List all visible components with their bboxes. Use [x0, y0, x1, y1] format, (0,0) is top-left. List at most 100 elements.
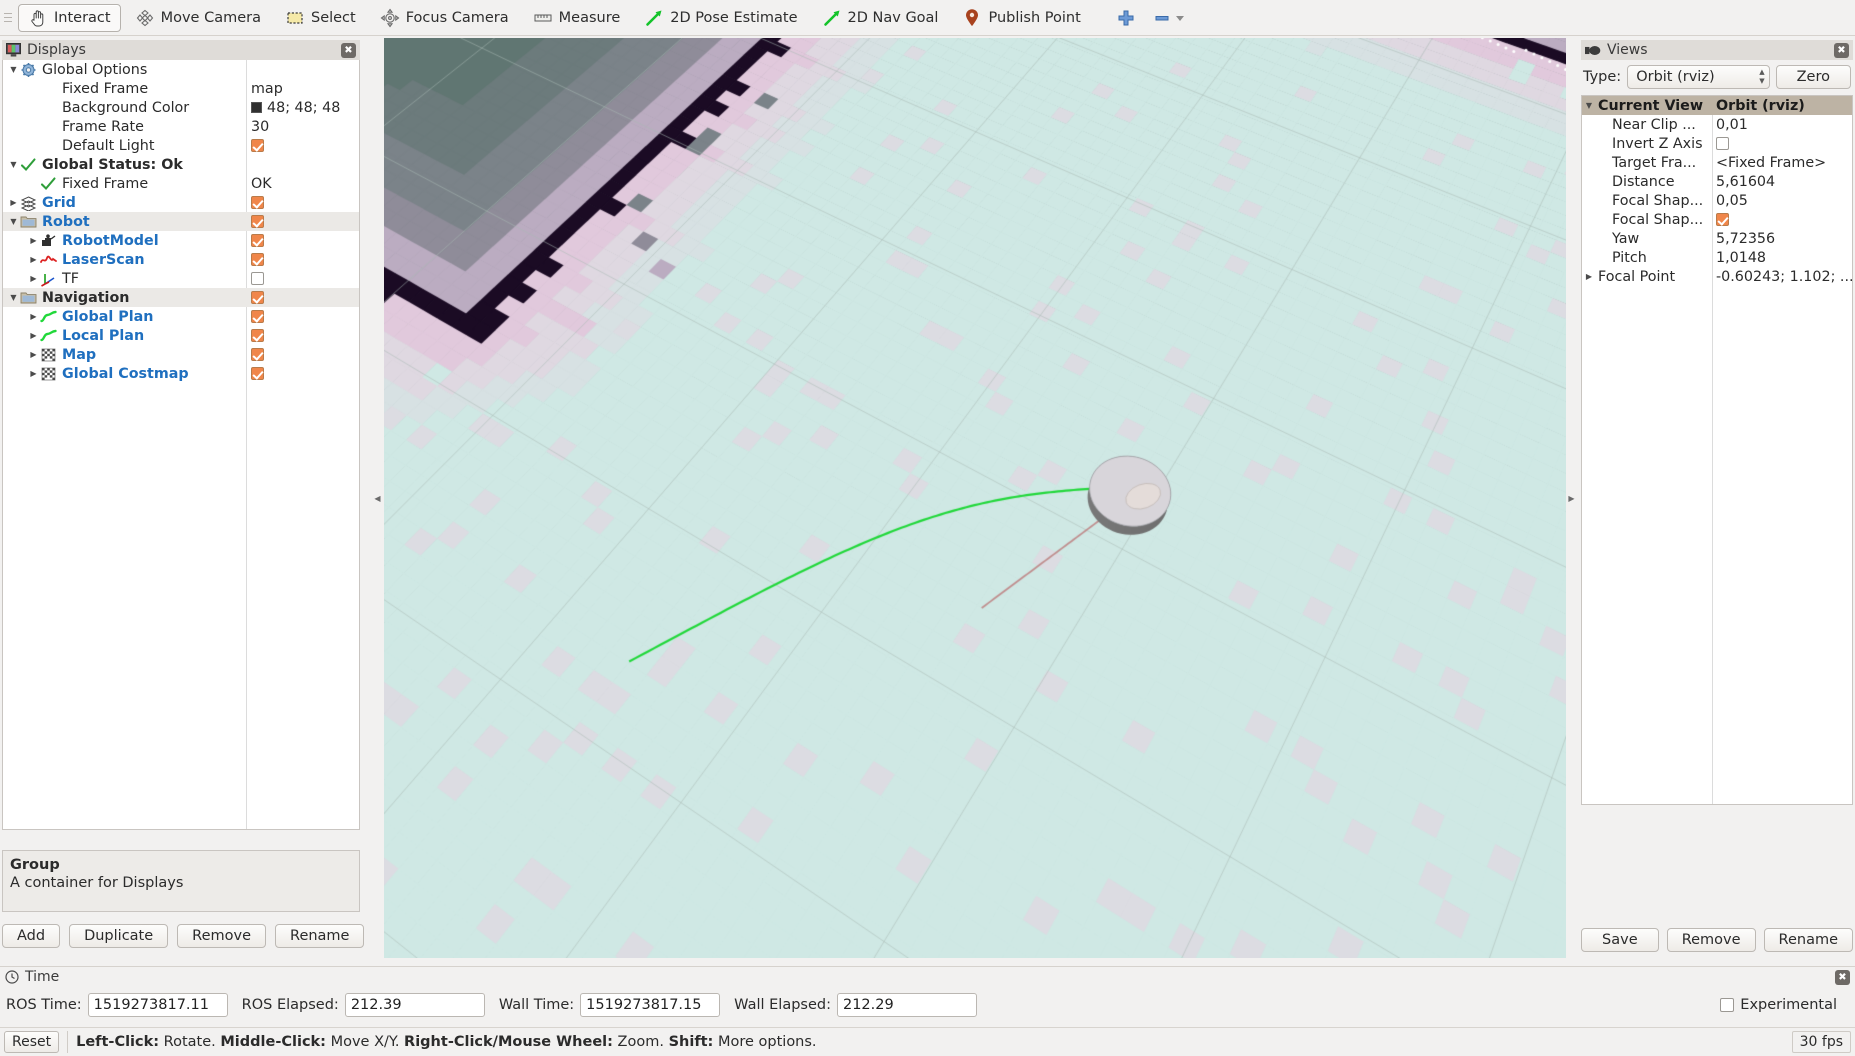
tool-button-2d-nav-goal[interactable]: 2D Nav Goal [812, 4, 949, 32]
time-field-input[interactable]: 212.39 [344, 993, 485, 1017]
visibility-checkbox[interactable] [251, 329, 264, 342]
visibility-checkbox[interactable] [251, 139, 264, 152]
right-panel-collapser[interactable]: ▶ [1567, 38, 1576, 958]
view-remove-button[interactable]: Remove [1666, 928, 1756, 952]
view-property-value-cell: 5,61604 [1716, 172, 1775, 191]
expand-arrow-icon[interactable]: ▶ [27, 326, 40, 345]
display-row-grid[interactable]: ▶ Grid [3, 193, 359, 212]
tool-button-2d-pose-estimate[interactable]: 2D Pose Estimate [634, 4, 807, 32]
time-field-input[interactable]: 212.29 [836, 993, 977, 1017]
view-property-focal-shap-[interactable]: Focal Shap... [1582, 210, 1852, 229]
displays-tree[interactable]: ▼ Global Options Fixed Frame map Backgro… [2, 60, 360, 830]
display-row-global-status-ok[interactable]: ▼ Global Status: Ok [3, 155, 359, 174]
time-fields-row: ROS Time: 1519273817.11 ROS Elapsed: 212.… [0, 987, 1855, 1023]
expand-arrow-icon[interactable]: ▶ [27, 345, 40, 364]
current-view-label: Current View [1598, 97, 1704, 114]
view-property-distance[interactable]: Distance 5,61604 [1582, 172, 1852, 191]
display-row-navigation[interactable]: ▼ Navigation [3, 288, 359, 307]
remove-button[interactable]: Remove [177, 924, 267, 948]
visibility-checkbox[interactable] [251, 272, 264, 285]
toolbar-drag-handle[interactable] [4, 8, 14, 28]
duplicate-button[interactable]: Duplicate [69, 924, 169, 948]
close-icon[interactable]: ✖ [1834, 42, 1849, 58]
3d-render-view[interactable] [384, 38, 1566, 958]
view-property-checkbox[interactable] [1716, 213, 1729, 226]
time-field-input[interactable]: 1519273817.11 [87, 993, 228, 1017]
display-row-fixed-frame[interactable]: Fixed Frame map [3, 79, 359, 98]
display-row-laserscan[interactable]: ▶ LaserScan [3, 250, 359, 269]
view-property-invert-z-axis[interactable]: Invert Z Axis [1582, 134, 1852, 153]
collapse-arrow-icon[interactable]: ▼ [7, 155, 20, 174]
time-field-ros-elapsed-: ROS Elapsed: 212.39 [242, 993, 485, 1017]
display-row-global-plan[interactable]: ▶ Global Plan [3, 307, 359, 326]
experimental-toggle[interactable]: Experimental [1720, 997, 1849, 1013]
spinner-arrows-icon[interactable]: ▲ ▼ [1759, 69, 1764, 85]
color-swatch[interactable] [251, 102, 262, 113]
display-row-background-color[interactable]: Background Color 48; 48; 48 [3, 98, 359, 117]
visibility-checkbox[interactable] [251, 291, 264, 304]
expand-arrow-icon[interactable]: ▶ [27, 307, 40, 326]
display-row-robot[interactable]: ▼ Robot [3, 212, 359, 231]
expand-arrow-icon[interactable]: ▶ [27, 250, 40, 269]
visibility-checkbox[interactable] [251, 253, 264, 266]
tool-button-focus-camera[interactable]: Focus Camera [370, 4, 519, 32]
view-type-combobox[interactable]: Orbit (rviz) ▲ ▼ [1627, 65, 1770, 89]
view-property-value: 1,0148 [1716, 249, 1767, 266]
expand-arrow-icon[interactable]: ▶ [1582, 272, 1596, 281]
display-row-default-light[interactable]: Default Light [3, 136, 359, 155]
view-property-near-clip-[interactable]: Near Clip ... 0,01 [1582, 115, 1852, 134]
visibility-checkbox[interactable] [251, 215, 264, 228]
close-icon[interactable]: ✖ [1835, 969, 1850, 985]
view-property-focal-point[interactable]: ▶ Focal Point -0.60243; 1.102; ... [1582, 267, 1852, 286]
collapse-arrow-icon[interactable]: ▼ [7, 288, 20, 307]
display-row-map[interactable]: ▶ Map [3, 345, 359, 364]
close-icon[interactable]: ✖ [341, 42, 356, 58]
display-row-robotmodel[interactable]: ▶ RobotModel [3, 231, 359, 250]
display-row-frame-rate[interactable]: Frame Rate 30 [3, 117, 359, 136]
display-row-global-options[interactable]: ▼ Global Options [3, 60, 359, 79]
display-row-global-costmap[interactable]: ▶ Global Costmap [3, 364, 359, 383]
costmap-scene-canvas[interactable] [384, 38, 1566, 958]
reset-button[interactable]: Reset [4, 1031, 60, 1053]
visibility-checkbox[interactable] [251, 310, 264, 323]
views-property-tree[interactable]: ▼ Current View Orbit (rviz) Near Clip ..… [1581, 95, 1853, 805]
view-property-pitch[interactable]: Pitch 1,0148 [1582, 248, 1852, 267]
experimental-checkbox[interactable] [1720, 998, 1735, 1012]
left-panel-collapser[interactable]: ◀ [373, 38, 382, 958]
tool-button-publish-point[interactable]: Publish Point [952, 4, 1090, 32]
tool-button-move-camera[interactable]: Move Camera [125, 4, 271, 32]
collapse-arrow-icon[interactable]: ▼ [7, 212, 20, 231]
visibility-checkbox[interactable] [251, 234, 264, 247]
add-button[interactable]: Add [2, 924, 61, 948]
display-row-fixed-frame[interactable]: Fixed Frame OK [3, 174, 359, 193]
time-field-input[interactable]: 1519273817.15 [580, 993, 721, 1017]
add-tool-button[interactable] [1109, 4, 1143, 32]
view-rename-button[interactable]: Rename [1763, 928, 1853, 952]
experimental-label: Experimental [1740, 997, 1837, 1013]
tool-button-interact[interactable]: Interact [18, 3, 121, 32]
expand-arrow-icon[interactable]: ▶ [27, 269, 40, 288]
zero-button[interactable]: Zero [1775, 65, 1851, 89]
visibility-checkbox[interactable] [251, 196, 264, 209]
tool-button-measure[interactable]: Measure [523, 4, 631, 32]
expand-arrow-icon[interactable]: ▶ [27, 364, 40, 383]
expand-arrow-icon[interactable]: ▶ [27, 231, 40, 250]
tool-button-select[interactable]: Select [275, 4, 366, 32]
view-property-checkbox[interactable] [1716, 137, 1729, 150]
view-save-button[interactable]: Save [1581, 928, 1659, 952]
visibility-checkbox[interactable] [251, 367, 264, 380]
view-property-yaw[interactable]: Yaw 5,72356 [1582, 229, 1852, 248]
hand-cursor-icon [31, 9, 44, 26]
view-property-focal-shap-[interactable]: Focal Shap... 0,05 [1582, 191, 1852, 210]
display-row-value-cell: 48; 48; 48 [251, 98, 340, 117]
display-row-tf[interactable]: ▶ TF [3, 269, 359, 288]
collapse-arrow-icon[interactable]: ▼ [7, 60, 20, 79]
rviz-window: Interact Move Camera Select Focus Camera… [0, 0, 1855, 1056]
rename-button[interactable]: Rename [275, 924, 365, 948]
display-row-local-plan[interactable]: ▶ Local Plan [3, 326, 359, 345]
visibility-checkbox[interactable] [251, 348, 264, 361]
expand-arrow-icon[interactable]: ▶ [7, 193, 20, 212]
expand-arrow-icon[interactable]: ▼ [1582, 101, 1596, 110]
remove-tool-button[interactable] [1147, 4, 1190, 32]
view-property-target-fra-[interactable]: Target Fra... <Fixed Frame> [1582, 153, 1852, 172]
